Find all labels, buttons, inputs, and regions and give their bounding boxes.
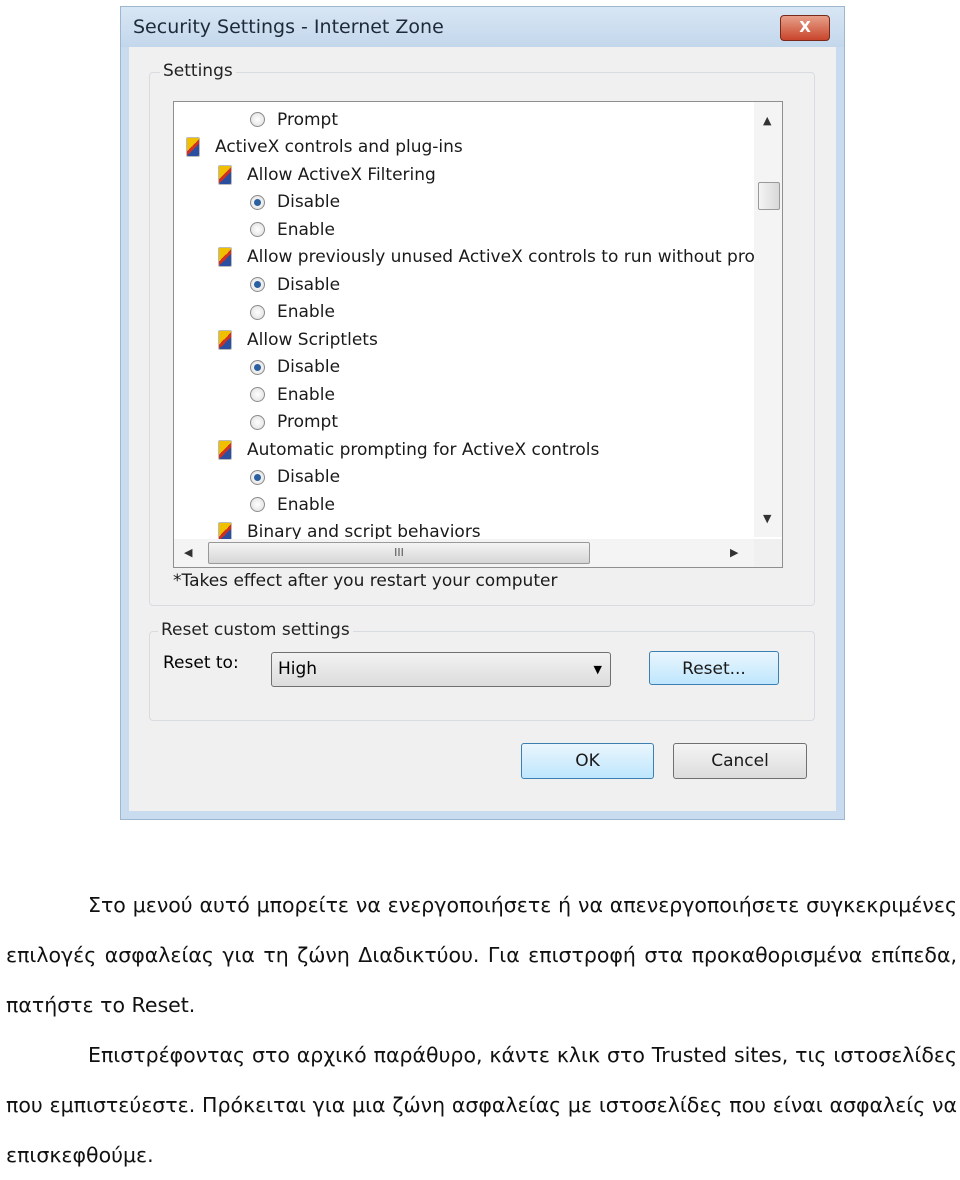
radio-button[interactable] <box>250 222 265 237</box>
radio-button[interactable] <box>250 497 265 512</box>
reset-to-label: Reset to: <box>163 653 239 673</box>
radio-button[interactable] <box>250 304 265 320</box>
settings-list[interactable]: Prompt ActiveX controls and plug-ins Allow… <box>173 101 783 568</box>
horizontal-scroll-thumb[interactable]: III <box>208 542 590 564</box>
reset-level-value: High <box>278 659 318 679</box>
item-label: Allow Scriptlets <box>247 329 378 350</box>
dialog-title: Security Settings - Internet Zone <box>133 16 444 38</box>
radio-button[interactable] <box>250 359 265 375</box>
radio-option[interactable]: Disable <box>250 271 340 298</box>
radio-option[interactable]: Enable <box>250 381 335 408</box>
dialog-body: Settings Prompt ActiveX controls and plug… <box>129 47 836 811</box>
horizontal-scrollbar[interactable]: ◀ III ▶ <box>174 539 754 567</box>
cancel-button[interactable]: Cancel <box>673 743 807 779</box>
setting-item: ActiveX controls and plug-ins <box>186 134 463 161</box>
radio-option[interactable]: Enable <box>250 299 335 326</box>
security-shield-icon <box>218 329 232 350</box>
item-label: Allow previously unused ActiveX controls… <box>247 247 772 267</box>
security-shield-icon <box>218 247 232 267</box>
item-label: Enable <box>277 494 335 515</box>
item-label: ActiveX controls and plug-ins <box>215 137 463 157</box>
ok-button[interactable]: OK <box>521 743 654 779</box>
radio-button[interactable] <box>250 469 265 485</box>
settings-group-label: Settings <box>160 61 236 81</box>
setting-item: Allow Scriptlets <box>218 326 378 353</box>
vertical-scroll-thumb[interactable] <box>758 182 780 210</box>
radio-option[interactable]: Disable <box>250 464 340 491</box>
reset-button[interactable]: Reset... <box>649 651 779 685</box>
item-label: Automatic prompting for ActiveX controls <box>247 439 600 460</box>
item-label: Prompt <box>277 109 338 130</box>
close-button[interactable]: X <box>780 15 830 41</box>
scroll-down-icon[interactable]: ▼ <box>763 512 771 525</box>
radio-button[interactable] <box>250 414 265 430</box>
chevron-down-icon: ▼ <box>593 663 602 676</box>
item-label: Enable <box>277 219 335 240</box>
scroll-left-icon[interactable]: ◀ <box>184 546 192 559</box>
vertical-scrollbar[interactable]: ▲ ▼ <box>754 102 782 537</box>
item-label: Disable <box>277 467 341 487</box>
radio-button[interactable] <box>250 387 265 402</box>
paragraph-2: Επιστρέφοντας στο αρχικό παράθυρο, κάντε… <box>6 1043 957 1167</box>
item-label: Disable <box>277 192 341 212</box>
item-label: Enable <box>277 384 335 405</box>
radio-option[interactable]: Enable <box>250 491 335 518</box>
title-bar: Security Settings - Internet Zone X <box>121 7 844 47</box>
radio-button[interactable] <box>250 112 265 127</box>
radio-option[interactable]: Disable <box>250 354 340 381</box>
setting-item: Automatic prompting for ActiveX controls <box>218 436 599 463</box>
scroll-corner <box>754 539 782 567</box>
setting-item: Allow ActiveX Filtering <box>218 161 436 188</box>
item-label: Allow ActiveX Filtering <box>247 164 436 185</box>
radio-button[interactable] <box>250 277 265 292</box>
radio-button[interactable] <box>250 194 265 210</box>
item-label: Disable <box>277 274 341 295</box>
restart-note: *Takes effect after you restart your com… <box>173 571 558 591</box>
radio-option[interactable]: Prompt <box>250 106 338 133</box>
radio-option[interactable]: Prompt <box>250 409 338 436</box>
radio-option[interactable]: Disable <box>250 189 340 216</box>
security-settings-dialog: Security Settings - Internet Zone X Sett… <box>120 6 845 820</box>
security-shield-icon <box>218 439 232 460</box>
item-label: Enable <box>277 302 335 322</box>
security-shield-icon <box>186 137 200 157</box>
reset-level-select[interactable]: High ▼ <box>271 652 611 687</box>
scroll-right-icon[interactable]: ▶ <box>730 546 738 559</box>
radio-option[interactable]: Enable <box>250 216 335 243</box>
security-shield-icon <box>218 164 232 185</box>
reset-group-label: Reset custom settings <box>158 620 353 640</box>
item-label: Prompt <box>277 412 338 432</box>
paragraph-1: Στο μενού αυτό μπορείτε να ενεργοποιήσετ… <box>6 893 957 1017</box>
item-label: Disable <box>277 357 341 377</box>
body-text: Στο μενού αυτό μπορείτε να ενεργοποιήσετ… <box>6 880 957 1180</box>
setting-item: Allow previously unused ActiveX controls… <box>218 244 771 271</box>
scroll-up-icon[interactable]: ▲ <box>763 114 771 127</box>
